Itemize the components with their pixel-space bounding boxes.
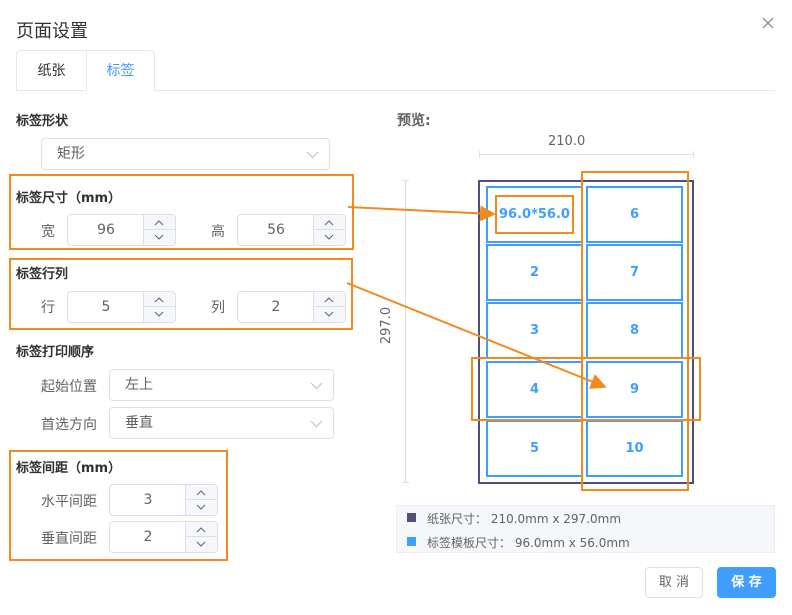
chevron-down-icon (310, 382, 323, 390)
start-position-select[interactable]: 左上 (109, 369, 334, 401)
tab-bar: 纸张 标签 (16, 50, 775, 92)
chevron-down-icon (154, 234, 164, 240)
chevron-up-icon (196, 490, 206, 496)
rows-increase-button[interactable] (144, 292, 175, 307)
shape-select[interactable]: 矩形 (41, 138, 330, 170)
height-increase-button[interactable] (314, 215, 345, 230)
vertical-spacing-label: 垂直间距 (41, 531, 97, 547)
height-value[interactable]: 56 (238, 215, 314, 245)
label-cell: 3 (486, 302, 583, 359)
direction-select[interactable]: 垂直 (109, 407, 334, 439)
height-label: 高 (211, 224, 225, 240)
label-cell: 96.0*56.0 (486, 186, 583, 243)
width-label: 宽 (41, 224, 55, 240)
size-heading: 标签尺寸（mm） (16, 191, 122, 206)
label-cell: 10 (586, 420, 683, 477)
horizontal-spacing-stepper[interactable]: 3 (109, 484, 218, 516)
close-icon[interactable] (760, 15, 776, 31)
paper-height-dimension: 297.0 (379, 306, 395, 345)
height-decrease-button[interactable] (314, 230, 345, 245)
direction-label: 首选方向 (41, 417, 97, 433)
horizontal-spacing-label: 水平间距 (41, 494, 97, 510)
page-setup-dialog: 页面设置 纸张 标签 标签形状 矩形 标签尺寸（mm） 宽 96 高 56 标签… (0, 0, 792, 615)
order-heading: 标签打印顺序 (16, 345, 95, 360)
shape-select-value: 矩形 (57, 146, 85, 162)
chevron-up-icon (196, 527, 206, 533)
vertical-spacing-value[interactable]: 2 (110, 522, 186, 552)
width-value[interactable]: 96 (68, 215, 144, 245)
cols-stepper[interactable]: 2 (237, 291, 346, 323)
paper-width-dimension: 210.0 (548, 134, 586, 149)
dialog-title: 页面设置 (16, 21, 88, 42)
shape-heading: 标签形状 (16, 114, 69, 129)
chevron-down-icon (324, 311, 334, 317)
grid-heading: 标签行列 (16, 267, 69, 282)
vertical-spacing-decrease-button[interactable] (186, 537, 217, 552)
width-decrease-button[interactable] (144, 230, 175, 245)
chevron-up-icon (324, 297, 334, 303)
direction-value: 垂直 (125, 415, 153, 431)
label-size-swatch (407, 537, 416, 546)
chevron-up-icon (324, 220, 334, 226)
height-stepper[interactable]: 56 (237, 214, 346, 246)
width-dimension-line (479, 151, 694, 158)
label-cell: 7 (586, 244, 683, 301)
label-cell: 2 (486, 244, 583, 301)
paper-size-swatch (407, 513, 416, 522)
chevron-down-icon (196, 541, 206, 547)
arrow-to-cell-size (347, 205, 496, 222)
horizontal-spacing-decrease-button[interactable] (186, 500, 217, 515)
label-size-text: 标签模板尺寸： 96.0mm x 56.0mm (427, 536, 630, 550)
cols-label: 列 (211, 300, 225, 316)
chevron-down-icon (324, 234, 334, 240)
tab-label[interactable]: 标签 (86, 50, 155, 92)
label-cell: 6 (586, 186, 683, 243)
rows-value[interactable]: 5 (68, 292, 144, 322)
chevron-down-icon (154, 311, 164, 317)
rows-label: 行 (41, 300, 55, 316)
label-cell: 5 (486, 420, 583, 477)
vertical-spacing-increase-button[interactable] (186, 522, 217, 537)
width-increase-button[interactable] (144, 215, 175, 230)
paper-size-text: 纸张尺寸： 210.0mm x 297.0mm (427, 512, 622, 526)
start-position-label: 起始位置 (41, 379, 97, 395)
width-stepper[interactable]: 96 (67, 214, 176, 246)
label-cell: 4 (486, 361, 583, 418)
chevron-down-icon (310, 420, 323, 428)
cols-increase-button[interactable] (314, 292, 345, 307)
chevron-down-icon (196, 504, 206, 510)
start-position-value: 左上 (125, 377, 153, 393)
chevron-up-icon (154, 220, 164, 226)
chevron-down-icon (306, 151, 319, 159)
horizontal-spacing-value[interactable]: 3 (110, 485, 186, 515)
preview-heading: 预览: (397, 113, 431, 129)
vertical-spacing-stepper[interactable]: 2 (109, 521, 218, 553)
cancel-button[interactable]: 取 消 (645, 567, 703, 598)
cols-decrease-button[interactable] (314, 307, 345, 322)
preview-legend: 纸张尺寸： 210.0mm x 297.0mm 标签模板尺寸： 96.0mm x… (396, 505, 775, 553)
save-button[interactable]: 保 存 (717, 567, 776, 598)
label-cell: 9 (586, 361, 683, 418)
rows-decrease-button[interactable] (144, 307, 175, 322)
cols-value[interactable]: 2 (238, 292, 314, 322)
horizontal-spacing-increase-button[interactable] (186, 485, 217, 500)
spacing-heading: 标签间距（mm） (16, 461, 122, 476)
tab-paper[interactable]: 纸张 (16, 50, 86, 91)
rows-stepper[interactable]: 5 (67, 291, 176, 323)
height-dimension-line (402, 180, 409, 483)
label-cell: 8 (586, 302, 683, 359)
chevron-up-icon (154, 297, 164, 303)
